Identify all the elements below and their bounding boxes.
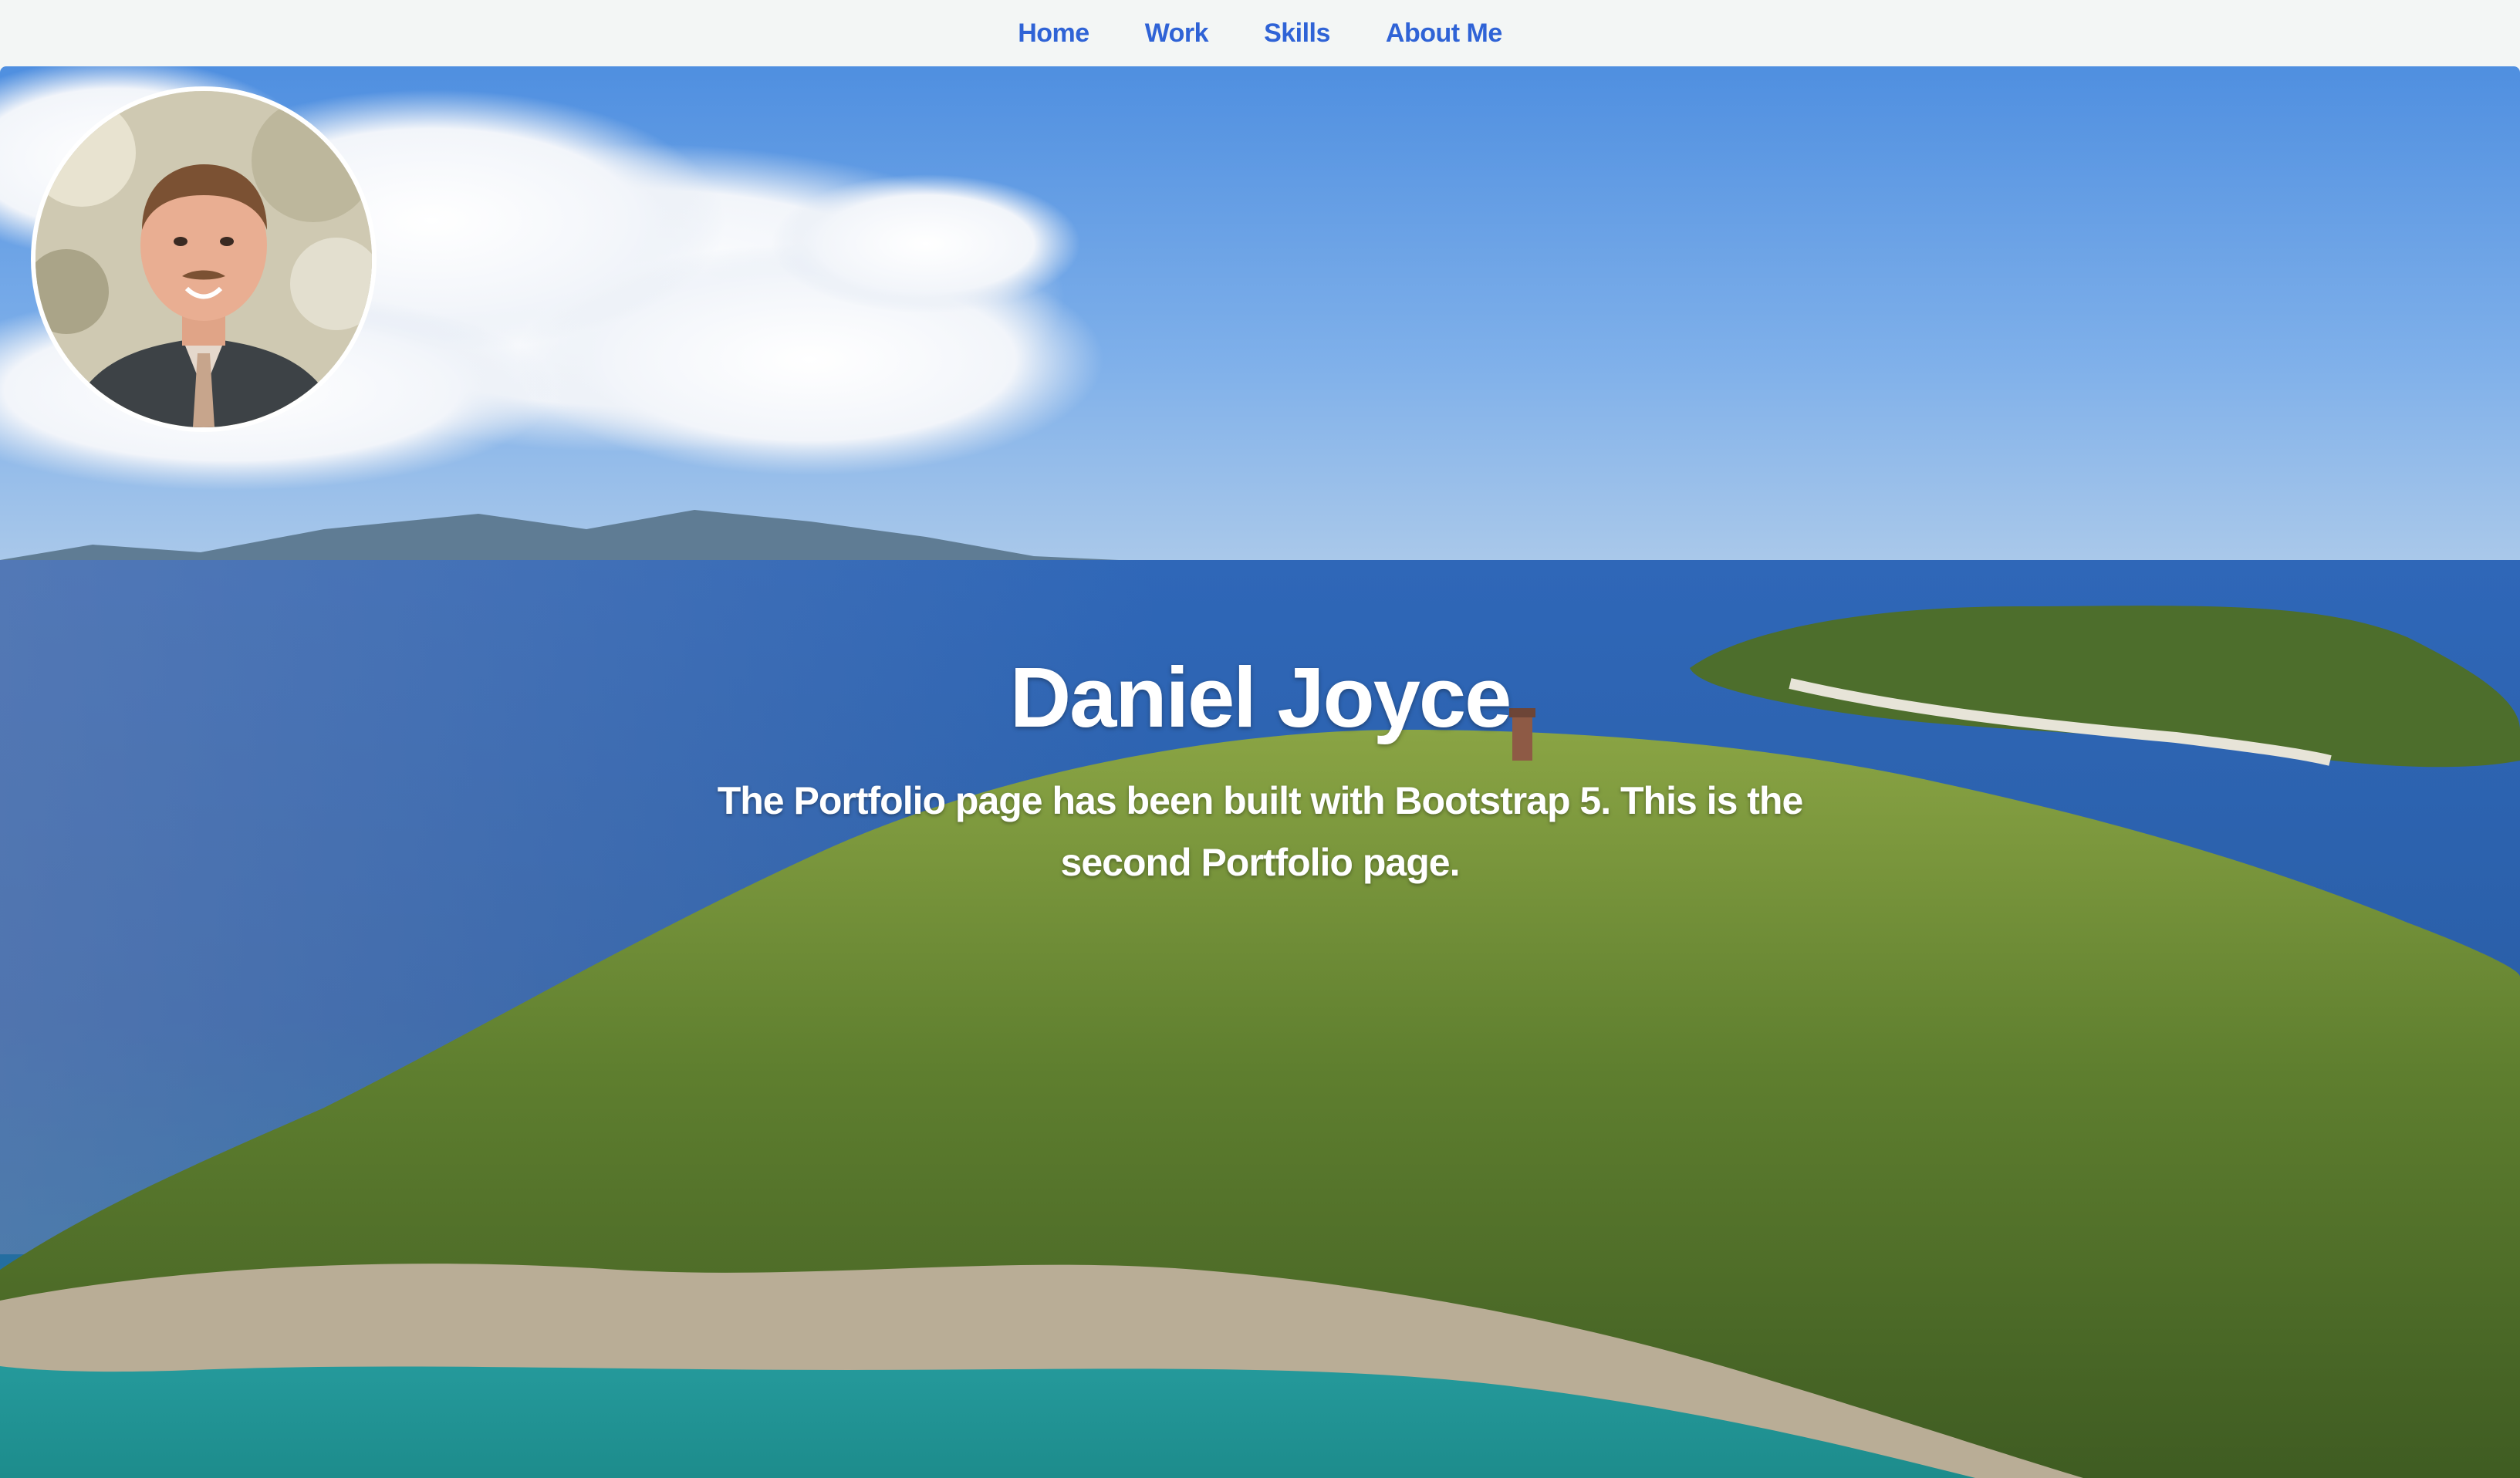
- hero-text-block: Daniel Joyce The Portfolio page has been…: [0, 649, 2520, 893]
- profile-photo-image: [35, 91, 372, 427]
- nav-link-home[interactable]: Home: [1018, 19, 1089, 49]
- nav-link-skills[interactable]: Skills: [1264, 19, 1330, 49]
- hero-section: Daniel Joyce The Portfolio page has been…: [0, 66, 2520, 1478]
- hero-title: Daniel Joyce: [1009, 650, 1512, 745]
- avatar: [31, 86, 377, 432]
- nav-link-work[interactable]: Work: [1145, 19, 1209, 49]
- top-navbar: Home Work Skills About Me: [0, 0, 2520, 66]
- nav-link-about-me[interactable]: About Me: [1386, 19, 1502, 49]
- hero-subtitle: The Portfolio page has been built with B…: [717, 779, 1804, 884]
